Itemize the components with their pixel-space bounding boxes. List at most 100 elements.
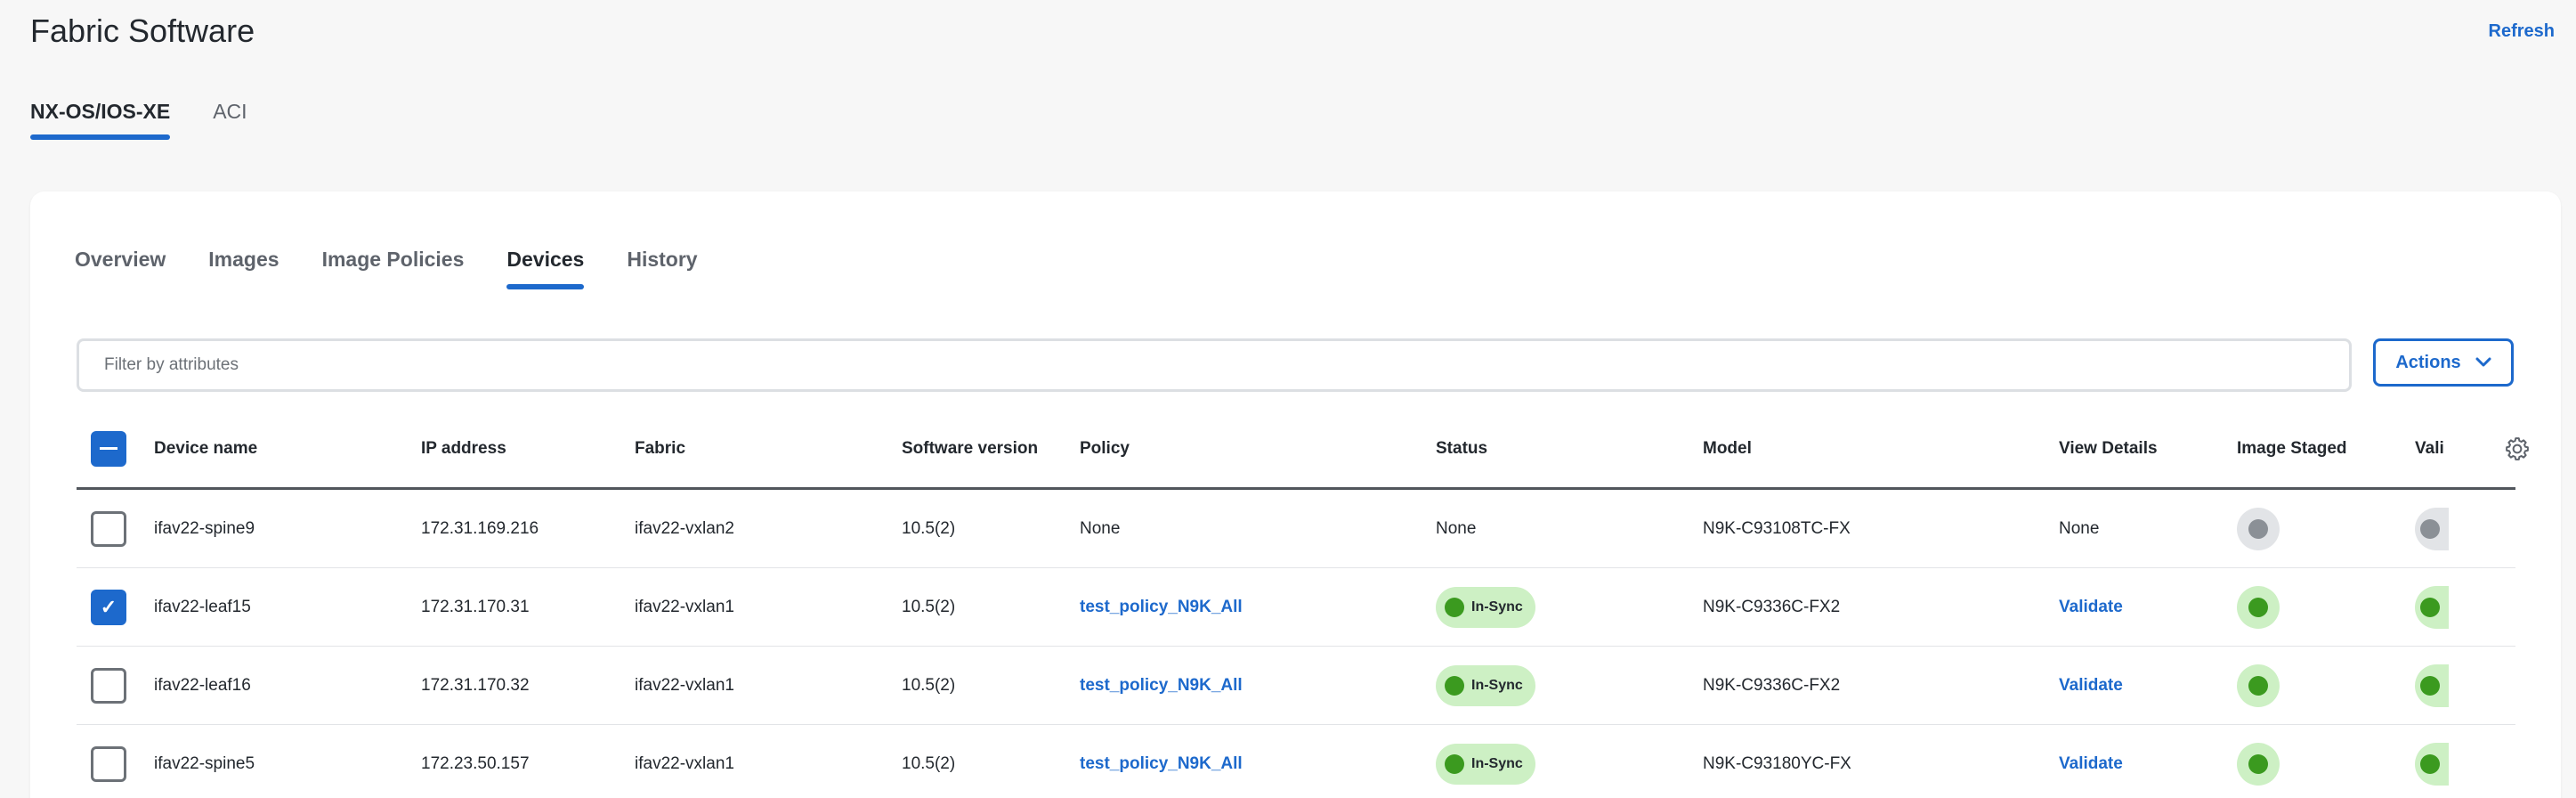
device-name: ifav22-leaf16 — [154, 675, 251, 695]
ip-address: 172.31.169.216 — [421, 518, 539, 538]
view-details-cell: Validate — [2059, 568, 2123, 646]
row-checkbox[interactable]: ✓ — [91, 589, 126, 625]
policy-cell: test_policy_N9K_All — [1080, 725, 1243, 798]
col-image-staged[interactable]: Image Staged — [2237, 410, 2347, 487]
fabric-name: ifav22-vxlan2 — [635, 518, 734, 538]
policy-text: None — [1080, 518, 1121, 538]
image-staged-indicator — [2237, 742, 2280, 786]
row-checkbox[interactable] — [91, 510, 126, 547]
status-dot-icon — [1445, 753, 1464, 774]
view-details-cell: Validate — [2059, 647, 2123, 724]
fabric-name: ifav22-vxlan1 — [635, 753, 734, 773]
image-staged-cell — [2237, 647, 2280, 724]
status-cell: In-Sync — [1436, 647, 1535, 724]
actions-button[interactable]: Actions — [2373, 338, 2514, 387]
ip-address: 172.23.50.157 — [421, 753, 530, 773]
device-name: ifav22-leaf15 — [154, 597, 251, 616]
software-version: 10.5(2) — [902, 753, 956, 773]
model-name: N9K-C9336C-FX2 — [1703, 597, 1841, 616]
select-all-checkbox[interactable] — [91, 430, 126, 467]
validate-link[interactable]: Validate — [2059, 754, 2123, 774]
table-row[interactable]: ifav22-spine5 172.23.50.157 ifav22-vxlan… — [77, 725, 2515, 798]
chevron-down-icon — [2475, 357, 2491, 367]
table-row[interactable]: ✓ ifav22-leaf15 172.31.170.31 ifav22-vxl… — [77, 568, 2515, 647]
select-cell — [91, 725, 126, 798]
tab-images[interactable]: Images — [208, 248, 279, 289]
software-version: 10.5(2) — [902, 675, 956, 695]
tab-overview[interactable]: Overview — [75, 248, 166, 289]
status-cell: In-Sync — [1436, 725, 1535, 798]
validated-cell — [2415, 568, 2449, 646]
status-label: In-Sync — [1471, 755, 1523, 771]
tab-aci[interactable]: ACI — [213, 100, 247, 140]
policy-cell: test_policy_N9K_All — [1080, 568, 1243, 646]
col-fabric[interactable]: Fabric — [635, 410, 685, 487]
sub-tabs: Overview Images Image Policies Devices H… — [75, 248, 698, 289]
validated-indicator-dot-icon — [2420, 675, 2440, 696]
policy-link[interactable]: test_policy_N9K_All — [1080, 754, 1243, 774]
col-validated[interactable]: Vali — [2415, 410, 2450, 487]
gear-icon — [2506, 436, 2529, 460]
col-ip-address[interactable]: IP address — [421, 410, 506, 487]
validate-link[interactable]: Validate — [2059, 676, 2123, 696]
col-view-details[interactable]: View Details — [2059, 410, 2158, 487]
page-title: Fabric Software — [30, 12, 255, 49]
col-device-name[interactable]: Device name — [154, 410, 257, 487]
validated-indicator — [2415, 585, 2449, 629]
view-details-cell: None — [2059, 490, 2099, 567]
validated-indicator-dot-icon — [2420, 753, 2440, 774]
table-row[interactable]: ifav22-spine9 172.31.169.216 ifav22-vxla… — [77, 490, 2515, 568]
tab-history[interactable]: History — [627, 248, 697, 289]
column-settings-button[interactable] — [2504, 410, 2531, 487]
image-staged-indicator-dot-icon — [2248, 518, 2268, 539]
select-all-cell — [91, 410, 126, 487]
image-staged-cell — [2237, 725, 2280, 798]
image-staged-cell — [2237, 490, 2280, 567]
top-tabs: NX-OS/IOS-XE ACI — [30, 100, 247, 140]
device-name: ifav22-spine9 — [154, 518, 255, 538]
col-model[interactable]: Model — [1703, 410, 1752, 487]
status-text: None — [1436, 518, 1477, 538]
model-name: N9K-C9336C-FX2 — [1703, 675, 1841, 695]
validated-indicator — [2415, 742, 2449, 786]
row-checkbox[interactable] — [91, 745, 126, 782]
devices-card: Overview Images Image Policies Devices H… — [30, 191, 2561, 798]
devices-table: Device name IP address Fabric Software v… — [77, 410, 2529, 798]
table-row[interactable]: ifav22-leaf16 172.31.170.32 ifav22-vxlan… — [77, 647, 2515, 725]
device-name: ifav22-spine5 — [154, 753, 255, 773]
col-status[interactable]: Status — [1436, 410, 1487, 487]
status-badge: In-Sync — [1436, 664, 1535, 706]
tab-image-policies[interactable]: Image Policies — [322, 248, 465, 289]
image-staged-indicator-dot-icon — [2248, 597, 2268, 617]
validated-indicator-dot-icon — [2420, 597, 2440, 617]
image-staged-cell — [2237, 568, 2280, 646]
software-version: 10.5(2) — [902, 597, 956, 616]
status-label: In-Sync — [1471, 598, 1523, 615]
validated-indicator-dot-icon — [2420, 518, 2440, 539]
actions-label: Actions — [2395, 352, 2461, 372]
refresh-link[interactable]: Refresh — [2489, 21, 2555, 42]
model-name: N9K-C93108TC-FX — [1703, 518, 1851, 538]
tab-nxos-iosxe[interactable]: NX-OS/IOS-XE — [30, 100, 171, 140]
tab-devices[interactable]: Devices — [506, 248, 584, 289]
validate-link[interactable]: Validate — [2059, 598, 2123, 617]
policy-cell: test_policy_N9K_All — [1080, 647, 1243, 724]
select-cell: ✓ — [91, 568, 126, 646]
ip-address: 172.31.170.31 — [421, 597, 530, 616]
policy-cell: None — [1080, 490, 1120, 567]
image-staged-indicator — [2237, 585, 2280, 629]
policy-link[interactable]: test_policy_N9K_All — [1080, 676, 1243, 696]
image-staged-indicator-dot-icon — [2248, 753, 2268, 774]
policy-link[interactable]: test_policy_N9K_All — [1080, 598, 1243, 617]
row-checkbox[interactable] — [91, 667, 126, 704]
status-badge: In-Sync — [1436, 743, 1535, 785]
col-software-version[interactable]: Software version — [902, 410, 1038, 487]
select-cell — [91, 647, 126, 724]
col-policy[interactable]: Policy — [1080, 410, 1130, 487]
status-badge: In-Sync — [1436, 586, 1535, 628]
table-header: Device name IP address Fabric Software v… — [77, 410, 2529, 490]
ip-address: 172.31.170.32 — [421, 675, 530, 695]
software-version: 10.5(2) — [902, 518, 956, 538]
filter-input[interactable] — [77, 338, 2352, 392]
status-label: In-Sync — [1471, 677, 1523, 693]
